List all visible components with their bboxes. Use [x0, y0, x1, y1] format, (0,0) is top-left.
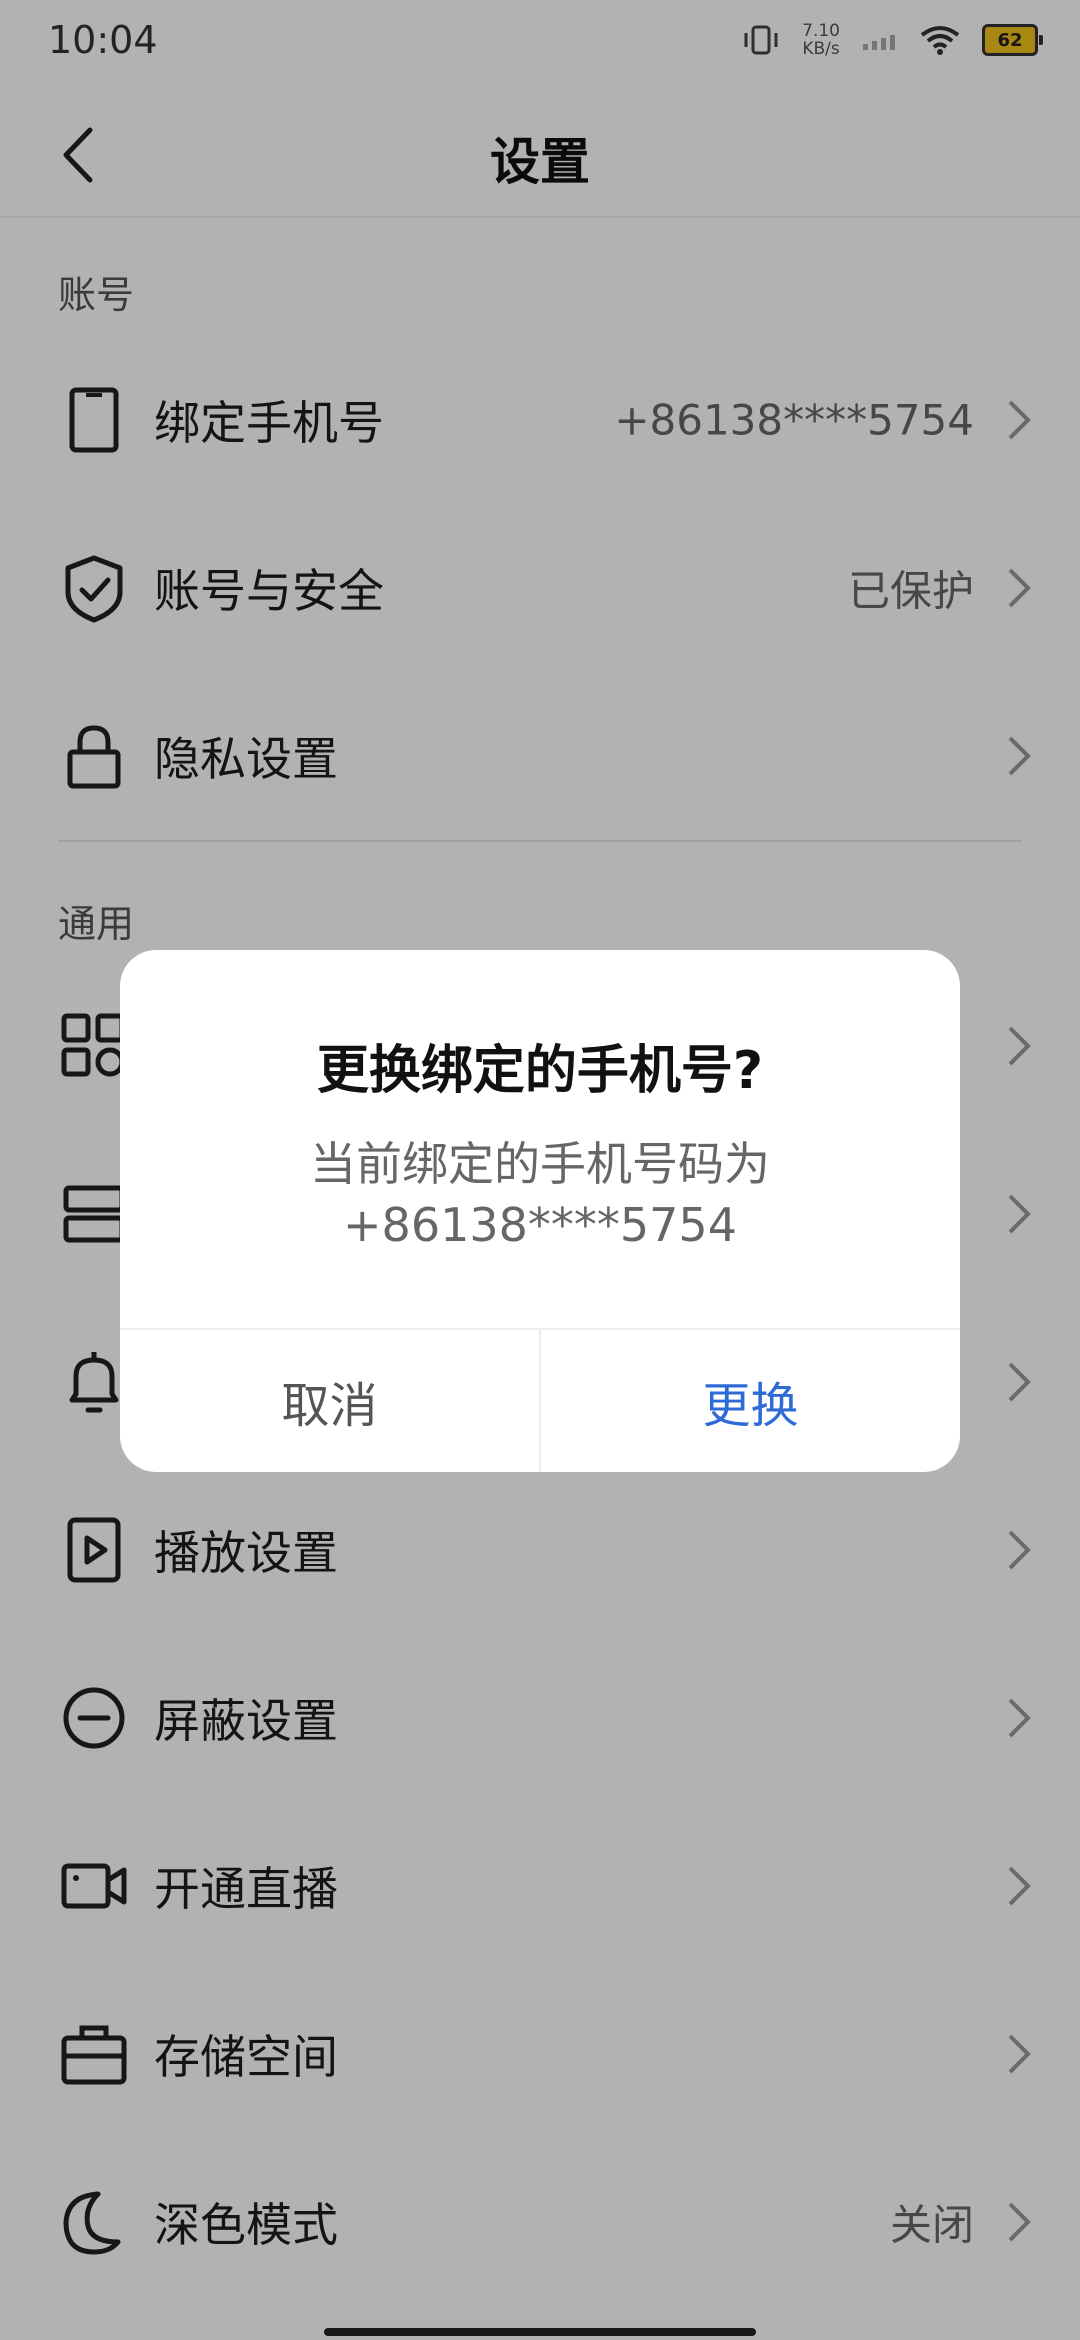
- dialog-title: 更换绑定的手机号?: [316, 1041, 764, 1101]
- change-phone-dialog: 更换绑定的手机号? 当前绑定的手机号码为 +86138****5754 取消 更…: [120, 950, 960, 1472]
- confirm-change-button[interactable]: 更换: [541, 1330, 960, 1472]
- dialog-message-line1: 当前绑定的手机号码为: [310, 1137, 770, 1191]
- dialog-message-line2: +86138****5754: [343, 1198, 737, 1252]
- cancel-button[interactable]: 取消: [120, 1330, 539, 1472]
